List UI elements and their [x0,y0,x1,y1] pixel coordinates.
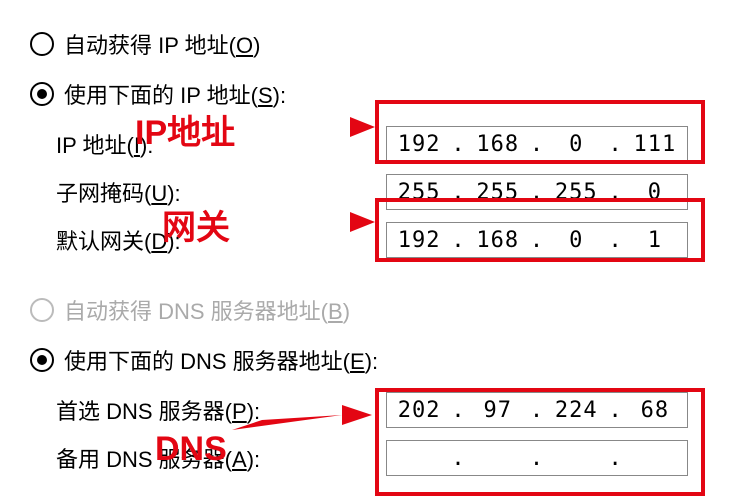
radio-manual-ip[interactable] [30,82,54,106]
field-label-gateway: 默认网关(D): [56,224,386,256]
gateway-input[interactable]: 192. 168. 0. 1 [386,222,688,258]
field-row-mask: 子网掩码(U): 255. 255. 255. 0 [30,168,720,216]
ip-address-input[interactable]: 192. 168. 0. 111 [386,126,688,162]
field-label-primary-dns: 首选 DNS 服务器(P): [56,394,386,426]
field-label-ip: IP 地址(I): [56,128,386,160]
field-label-alternate-dns: 备用 DNS 服务器(A): [56,442,386,474]
primary-dns-input[interactable]: 202. 97. 224. 68 [386,392,688,428]
radio-manual-dns-label: 使用下面的 DNS 服务器地址(E): [64,344,378,376]
field-row-gateway: 默认网关(D): 192. 168. 0. 1 [30,216,720,264]
alternate-dns-input[interactable]: . . . [386,440,688,476]
radio-auto-dns[interactable] [30,298,54,322]
radio-auto-ip-row[interactable]: 自动获得 IP 地址(O) [30,20,720,68]
radio-manual-ip-label: 使用下面的 IP 地址(S): [64,78,286,110]
radio-auto-ip[interactable] [30,32,54,56]
field-label-mask: 子网掩码(U): [56,176,386,208]
radio-auto-dns-label: 自动获得 DNS 服务器地址(B) [64,294,350,326]
radio-manual-dns-row[interactable]: 使用下面的 DNS 服务器地址(E): [30,336,720,384]
radio-auto-dns-row[interactable]: 自动获得 DNS 服务器地址(B) [30,286,720,334]
radio-manual-ip-row[interactable]: 使用下面的 IP 地址(S): [30,70,720,118]
radio-auto-ip-label: 自动获得 IP 地址(O) [64,28,260,60]
field-row-ip: IP 地址(I): 192. 168. 0. 111 [30,120,720,168]
field-row-alternate-dns: 备用 DNS 服务器(A): . . . [30,434,720,482]
subnet-mask-input[interactable]: 255. 255. 255. 0 [386,174,688,210]
radio-manual-dns[interactable] [30,348,54,372]
ip-settings-panel: 自动获得 IP 地址(O) 使用下面的 IP 地址(S): IP 地址(I): … [0,0,750,492]
field-row-primary-dns: 首选 DNS 服务器(P): 202. 97. 224. 68 [30,386,720,434]
